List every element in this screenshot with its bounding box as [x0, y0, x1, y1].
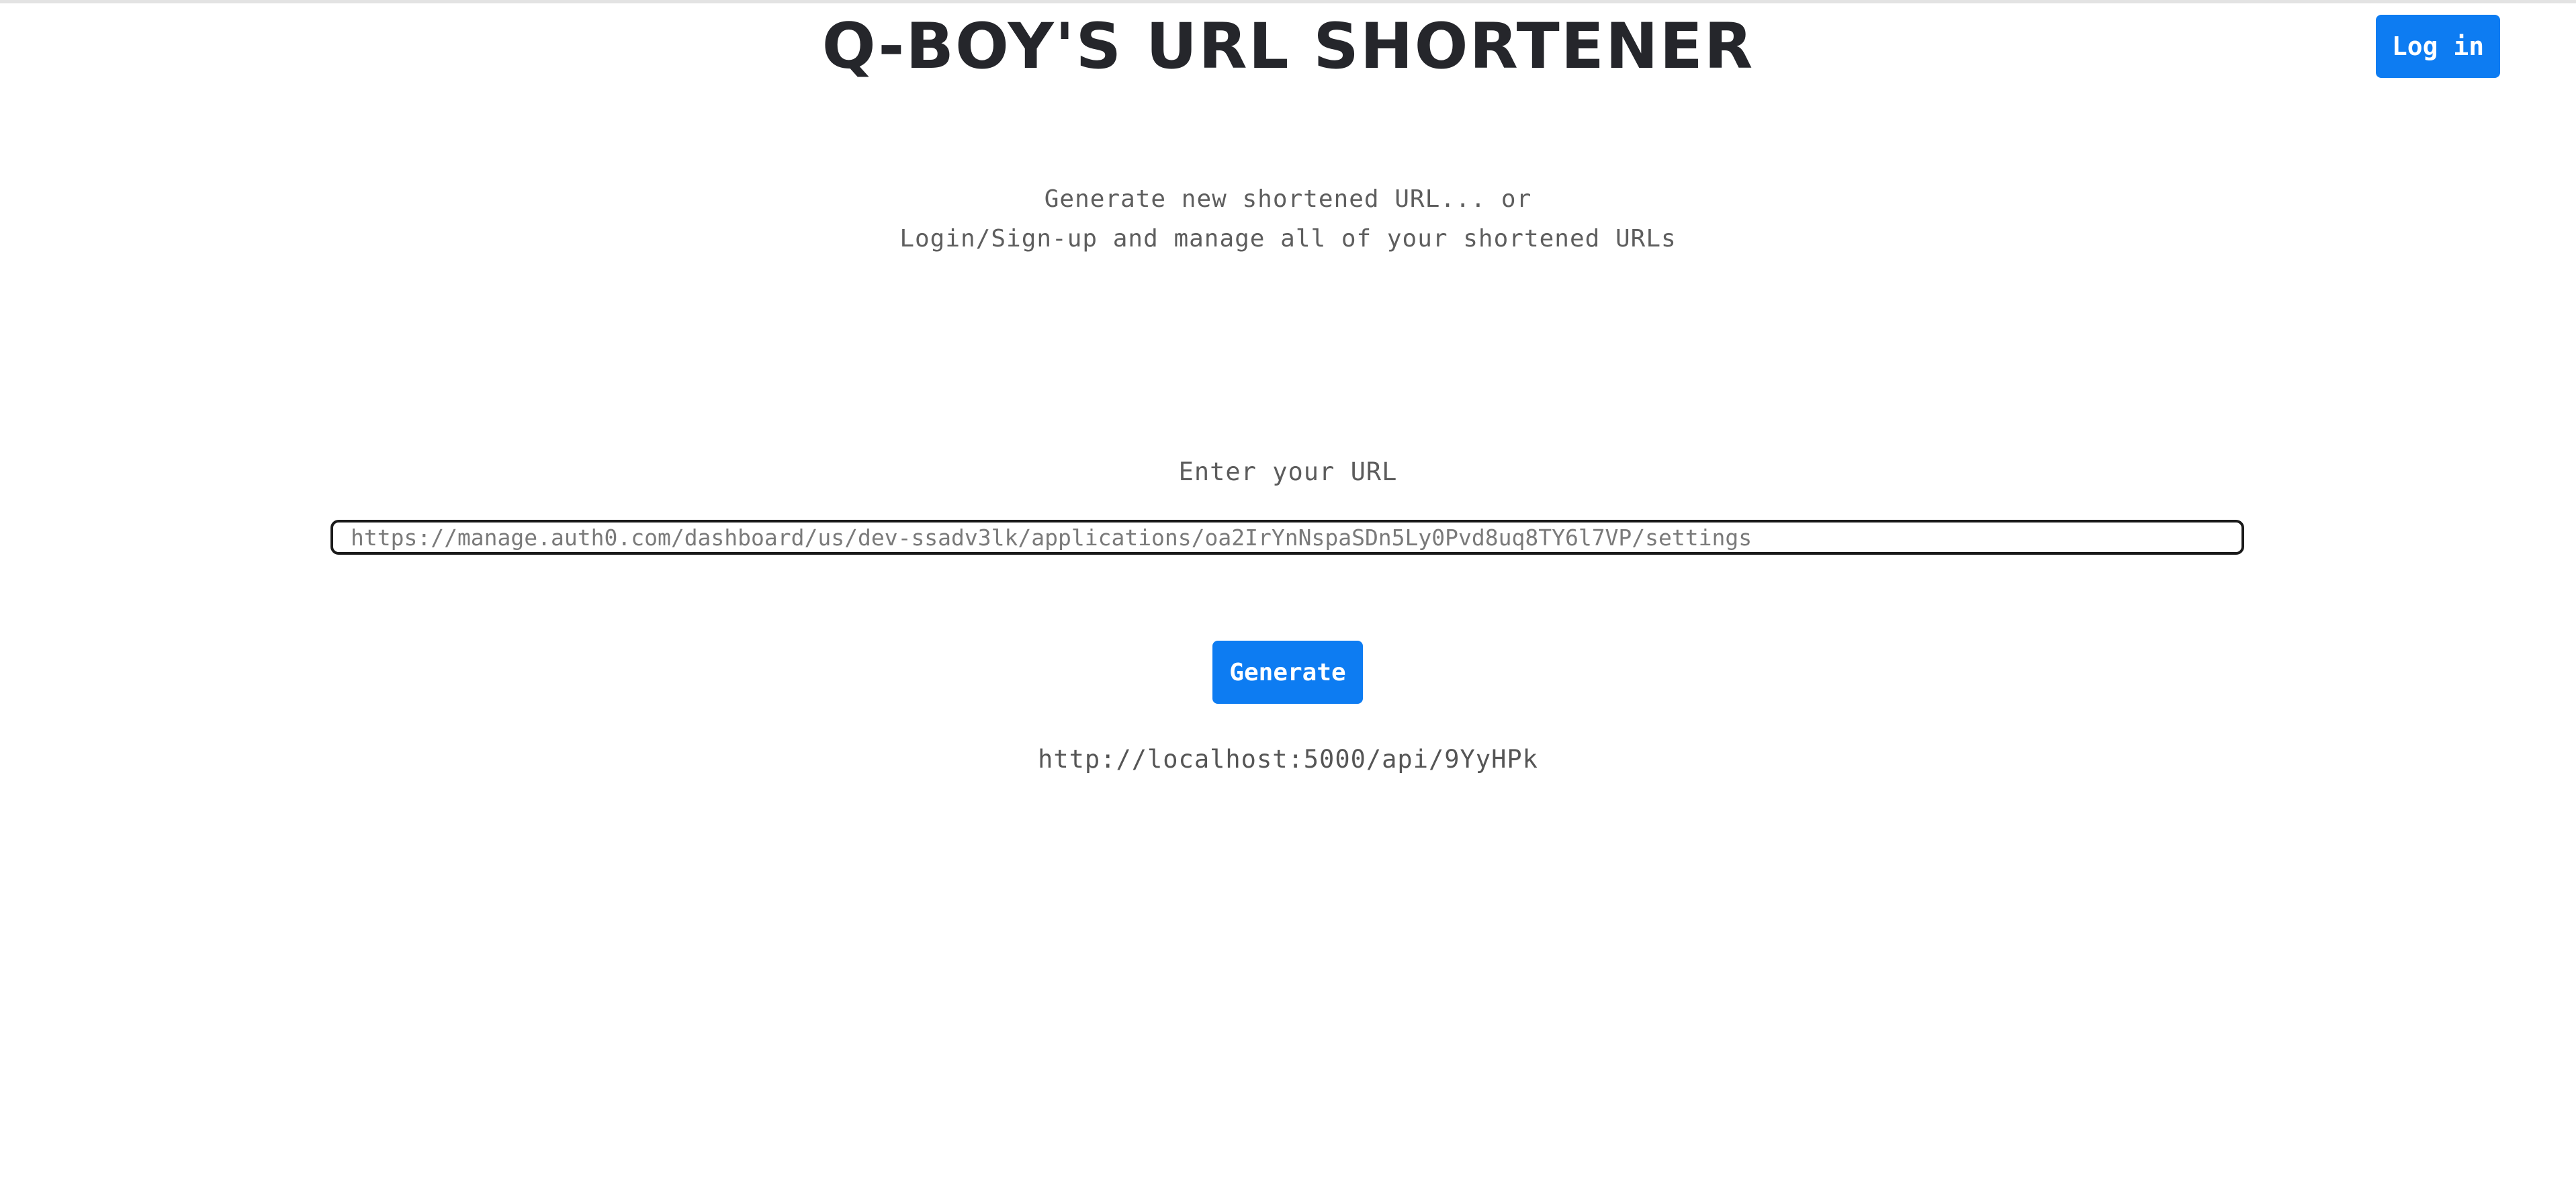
url-input[interactable]	[330, 520, 2244, 555]
login-button[interactable]: Log in	[2376, 15, 2500, 78]
url-input-label: Enter your URL	[1178, 457, 1398, 486]
generate-button[interactable]: Generate	[1212, 641, 1363, 704]
intro-text-line-1: Generate new shortened URL... or	[1044, 185, 1532, 213]
app-title: Q-BOY'S URL SHORTENER	[821, 10, 1755, 83]
shortened-url-result: http://localhost:5000/api/9YyHPk	[1038, 745, 1538, 774]
top-border	[0, 0, 2576, 3]
intro-text-line-2: Login/Sign-up and manage all of your sho…	[899, 225, 1677, 253]
